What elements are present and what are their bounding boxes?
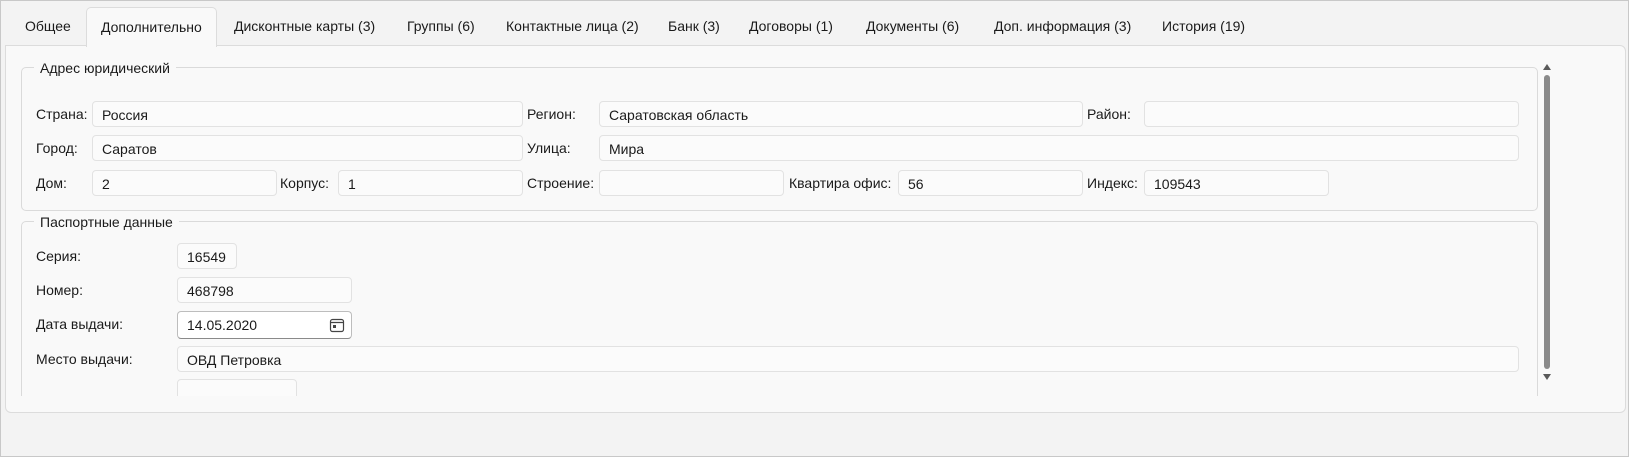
legal-address-title: Адрес юридический — [34, 61, 176, 75]
issue-place-label: Место выдачи: — [36, 351, 133, 367]
district-label: Район: — [1087, 106, 1131, 122]
apartment-label: Квартира офис: — [789, 175, 892, 191]
series-label: Серия: — [36, 248, 81, 264]
district-field[interactable] — [1144, 101, 1519, 127]
tab-content-panel: Адрес юридический Страна: Россия Регион:… — [5, 45, 1626, 413]
tab-general[interactable]: Общее — [11, 7, 85, 45]
country-label: Страна: — [36, 106, 88, 122]
building-label: Корпус: — [280, 175, 330, 191]
tab-history[interactable]: История (19) — [1148, 7, 1259, 45]
tab-documents[interactable]: Документы (6) — [852, 7, 973, 45]
series-field[interactable]: 16549 — [177, 243, 237, 269]
street-field[interactable]: Мира — [599, 135, 1519, 161]
country-field[interactable]: Россия — [92, 101, 523, 127]
window: Общее Дополнительно Дисконтные карты (3)… — [0, 0, 1629, 457]
issue-date-picker[interactable]: 14.05.2020 — [177, 311, 352, 339]
scroll-down-arrow-icon[interactable] — [1542, 372, 1552, 382]
street-label: Улица: — [527, 140, 571, 156]
scrollbar-thumb[interactable] — [1544, 75, 1550, 369]
tab-additional[interactable]: Дополнительно — [86, 7, 217, 47]
issue-place-field[interactable]: ОВД Петровка — [177, 346, 1519, 372]
passport-extra-field[interactable] — [177, 379, 297, 396]
issue-date-value: 14.05.2020 — [187, 317, 258, 333]
structure-label: Строение: — [527, 175, 595, 191]
tab-extra-info[interactable]: Доп. информация (3) — [980, 7, 1145, 45]
tab-contact-persons[interactable]: Контактные лица (2) — [492, 7, 653, 45]
city-label: Город: — [36, 140, 78, 156]
number-field[interactable]: 468798 — [177, 277, 352, 303]
vertical-scrollbar[interactable] — [1539, 60, 1555, 384]
tab-discount-cards[interactable]: Дисконтные карты (3) — [220, 7, 389, 45]
tab-contracts[interactable]: Договоры (1) — [735, 7, 847, 45]
region-field[interactable]: Саратовская область — [599, 101, 1083, 127]
issue-date-label: Дата выдачи: — [36, 316, 124, 332]
number-label: Номер: — [36, 282, 83, 298]
legal-address-group: Адрес юридический Страна: Россия Регион:… — [21, 61, 1538, 211]
tab-bar: Общее Дополнительно Дисконтные карты (3)… — [1, 7, 1628, 47]
structure-field[interactable] — [599, 170, 784, 196]
apartment-field[interactable]: 56 — [898, 170, 1083, 196]
index-field[interactable]: 109543 — [1144, 170, 1329, 196]
house-label: Дом: — [36, 175, 67, 191]
tab-groups[interactable]: Группы (6) — [393, 7, 489, 45]
house-field[interactable]: 2 — [92, 170, 277, 196]
tab-bank[interactable]: Банк (3) — [654, 7, 734, 45]
passport-title: Паспортные данные — [34, 215, 179, 229]
building-field[interactable]: 1 — [338, 170, 523, 196]
calendar-icon[interactable] — [329, 317, 345, 333]
city-field[interactable]: Саратов — [92, 135, 523, 161]
passport-group: Паспортные данные Серия: 16549 Номер: 46… — [21, 215, 1538, 396]
region-label: Регион: — [527, 106, 576, 122]
scroll-viewport[interactable]: Адрес юридический Страна: Россия Регион:… — [21, 60, 1559, 396]
index-label: Индекс: — [1087, 175, 1138, 191]
scroll-up-arrow-icon[interactable] — [1542, 62, 1552, 72]
